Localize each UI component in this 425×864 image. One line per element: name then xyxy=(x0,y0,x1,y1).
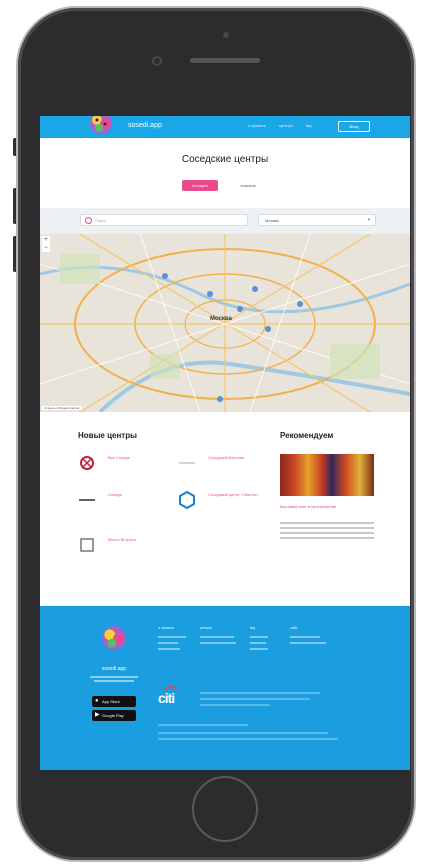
footer-link[interactable] xyxy=(158,636,186,638)
footer-link[interactable] xyxy=(158,648,180,650)
app-store-button[interactable]: ● App Store xyxy=(92,696,136,707)
sensor-icon xyxy=(223,32,229,38)
footer-text-line xyxy=(200,704,270,706)
list-item[interactable]: Соседский центр «Эпилог» xyxy=(178,491,268,511)
center-name[interactable]: Соседский центр «Эпилог» xyxy=(208,492,259,497)
earpiece-speaker xyxy=(190,58,260,63)
footer-column-heading[interactable]: о проекте xyxy=(158,626,174,630)
map-streets xyxy=(40,234,410,412)
new-centers-title: Новые центры xyxy=(78,431,137,440)
home-button[interactable] xyxy=(192,776,258,842)
footer-text-line xyxy=(158,738,338,740)
recommend-item-title[interactable]: Выставка книг в пространстве xyxy=(280,504,380,509)
footer-column-heading[interactable]: faq xyxy=(250,626,255,630)
nav-links: о проекте центры faq xyxy=(248,123,323,128)
nav-link-about[interactable]: о проекте xyxy=(248,123,266,128)
map-view[interactable]: + − Москва Открыть в Яндекс.Картах xyxy=(40,234,410,412)
center-logo-icon xyxy=(179,462,195,464)
map-city-label: Москва xyxy=(210,316,232,322)
apple-icon: ● xyxy=(95,698,99,704)
footer-tagline-line xyxy=(90,676,138,678)
phone-screen: sosedi.app о проекте центры faq Вход Сос… xyxy=(40,116,410,770)
search-input[interactable]: Поиск xyxy=(80,214,248,226)
recommend-text-line xyxy=(280,527,374,529)
center-logo-icon xyxy=(179,491,195,509)
city-select-value: Москва xyxy=(265,218,279,223)
center-name[interactable]: Соседский Вестник xyxy=(208,455,244,460)
footer-text-line xyxy=(200,698,310,700)
city-select[interactable]: Москва ▾ xyxy=(258,214,376,226)
play-icon: ▶ xyxy=(95,712,100,718)
brand-logo-icon[interactable] xyxy=(88,116,114,140)
login-button[interactable]: Вход xyxy=(338,121,370,132)
footer-logo-icon xyxy=(102,626,126,650)
footer-text-line xyxy=(158,732,328,734)
footer-text-line xyxy=(158,724,248,726)
footer-link[interactable] xyxy=(158,642,178,644)
tab-map[interactable]: на карте xyxy=(182,180,218,191)
center-name[interactable]: Все Соседи xyxy=(108,455,130,460)
recommend-text-line xyxy=(280,522,374,524)
footer: sosedi.app ● App Store ▶ Google Play о п… xyxy=(40,606,410,770)
app-store-label: App Store xyxy=(102,699,120,704)
tab-list[interactable]: списком xyxy=(230,180,266,191)
footer-tagline-line xyxy=(94,680,134,682)
brand-name[interactable]: sosedi.app xyxy=(128,122,162,129)
recommend-title: Рекомендуем xyxy=(280,431,334,440)
footer-column-heading[interactable]: сайт xyxy=(290,626,297,630)
list-item[interactable]: Соседи xyxy=(78,491,168,511)
center-logo-icon xyxy=(80,538,94,552)
nav-link-faq[interactable]: faq xyxy=(306,123,312,128)
footer-link[interactable] xyxy=(200,636,234,638)
map-attribution-link[interactable]: Открыть в Яндекс.Картах xyxy=(42,406,82,410)
search-icon xyxy=(85,217,92,224)
footer-link[interactable] xyxy=(290,642,326,644)
top-navbar: sosedi.app о проекте центры faq Вход xyxy=(40,116,410,138)
footer-text-line xyxy=(200,692,320,694)
recommend-image[interactable] xyxy=(280,454,374,496)
recommend-text-line xyxy=(280,537,374,539)
partner-logo[interactable]: citi xyxy=(158,690,175,706)
search-placeholder: Поиск xyxy=(95,218,107,223)
center-logo-icon xyxy=(79,499,95,501)
footer-brand: sosedi.app xyxy=(101,666,127,672)
google-play-label: Google Play xyxy=(102,713,124,718)
list-item[interactable]: Место Встречи xyxy=(78,536,168,556)
center-name[interactable]: Место Встречи xyxy=(108,537,136,542)
map-zoom-control[interactable]: + − xyxy=(42,236,50,252)
list-item[interactable]: Все Соседи xyxy=(78,454,168,474)
google-play-button[interactable]: ▶ Google Play xyxy=(92,710,136,721)
footer-link[interactable] xyxy=(250,636,268,638)
chevron-down-icon: ▾ xyxy=(367,217,370,223)
center-logo-icon xyxy=(80,456,94,470)
center-name[interactable]: Соседи xyxy=(108,492,122,497)
footer-column-heading[interactable]: центры xyxy=(200,626,212,630)
footer-link[interactable] xyxy=(250,642,266,644)
list-item[interactable]: Соседский Вестник xyxy=(178,454,268,474)
front-camera-icon xyxy=(152,56,162,66)
footer-link[interactable] xyxy=(250,648,268,650)
page-title: Соседские центры xyxy=(181,154,269,165)
footer-link[interactable] xyxy=(290,636,320,638)
recommend-text-line xyxy=(280,532,374,534)
footer-link[interactable] xyxy=(200,642,236,644)
nav-link-centers[interactable]: центры xyxy=(279,123,293,128)
